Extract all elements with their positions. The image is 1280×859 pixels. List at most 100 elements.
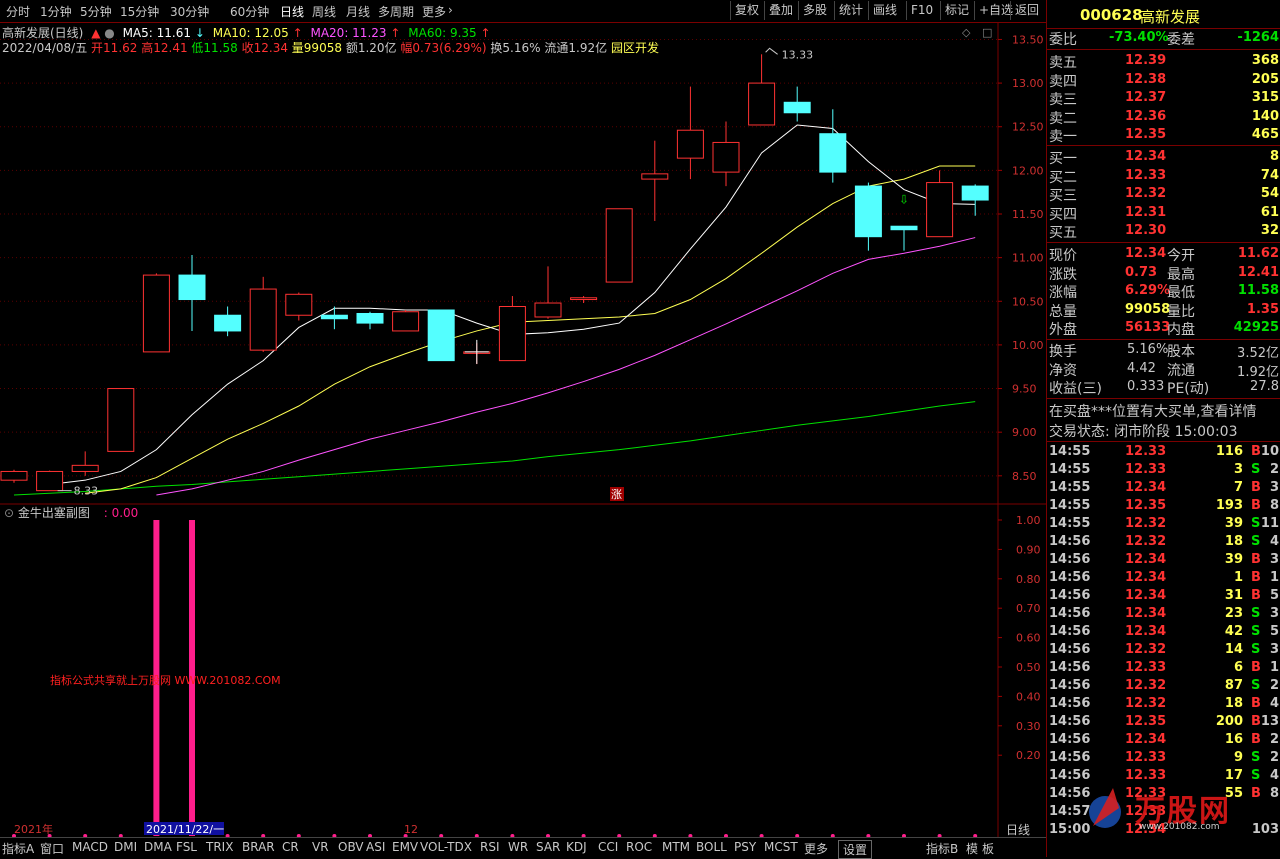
bid-row[interactable]: 买一 12.34 8 bbox=[1047, 148, 1280, 167]
bigorder-notice[interactable]: 在买盘***位置有大买单,查看详情 bbox=[1047, 401, 1280, 420]
bid-row[interactable]: 买五 12.30 32 bbox=[1047, 222, 1280, 241]
ask-row[interactable]: 卖一 12.35 465 bbox=[1047, 126, 1280, 145]
toolbar-button-0[interactable]: 复权 bbox=[730, 1, 763, 20]
ask-row[interactable]: 卖四 12.38 205 bbox=[1047, 71, 1280, 90]
indicator-tab-9[interactable]: VR bbox=[312, 840, 329, 854]
toolbar-button-4[interactable]: 画线 bbox=[868, 1, 901, 20]
indicator-tab-0[interactable]: 指标A bbox=[2, 840, 34, 857]
collapse-icon[interactable]: ⊙ bbox=[4, 506, 14, 520]
tick-row: 14:55 12.32 39 S 11 bbox=[1047, 515, 1280, 533]
indicator-tab-19[interactable]: ROC bbox=[626, 840, 652, 854]
candle-body bbox=[320, 314, 348, 320]
sub-y-tick-label: 0.30 bbox=[1016, 720, 1041, 733]
period-tab-4[interactable]: 30分钟 bbox=[170, 3, 209, 20]
tick-row: 14:56 12.32 14 S 3 bbox=[1047, 641, 1280, 659]
toolbar-button-2[interactable]: 多股 bbox=[798, 1, 831, 20]
indicator-tab-25[interactable]: 设置 bbox=[838, 840, 873, 859]
period-tab-10[interactable]: 更多 bbox=[422, 3, 446, 20]
toolbar-button-6[interactable]: 标记 bbox=[940, 1, 973, 20]
indicator-tab-14[interactable]: RSI bbox=[480, 840, 500, 854]
period-tab-1[interactable]: 1分钟 bbox=[40, 3, 72, 20]
toolbar-button-3[interactable]: 统计 bbox=[834, 1, 867, 20]
indicator-tab-5[interactable]: FSL bbox=[176, 840, 197, 854]
quote-value: 99058 bbox=[1125, 301, 1171, 317]
tick-direction: B bbox=[1251, 570, 1261, 585]
down-arrow-marker: ⇩ bbox=[899, 193, 909, 207]
period-tab-5[interactable]: 60分钟 bbox=[230, 3, 269, 20]
quote-row: 总量 99058 量比 1.35 bbox=[1047, 301, 1280, 320]
period-tab-3[interactable]: 15分钟 bbox=[120, 3, 159, 20]
tick-count: 10 bbox=[1260, 444, 1279, 459]
bid-row[interactable]: 买二 12.33 74 bbox=[1047, 167, 1280, 186]
bid-row[interactable]: 买三 12.32 54 bbox=[1047, 185, 1280, 204]
indicator-tab-8[interactable]: CR bbox=[282, 840, 299, 854]
indicator-tab-3[interactable]: DMI bbox=[114, 840, 137, 854]
tick-price: 12.35 bbox=[1125, 714, 1167, 729]
tick-volume: 200 bbox=[1215, 714, 1243, 729]
tick-volume: 6 bbox=[1233, 660, 1243, 675]
ask-price: 12.36 bbox=[1125, 108, 1167, 124]
indicator-tab-27[interactable]: 模 bbox=[966, 840, 978, 857]
tick-price: 12.32 bbox=[1125, 516, 1167, 531]
y-tick-label: 10.50 bbox=[1012, 295, 1044, 308]
ask-row[interactable]: 卖五 12.39 368 bbox=[1047, 52, 1280, 71]
stock-code: 000628 bbox=[1080, 6, 1143, 24]
indicator-tab-22[interactable]: PSY bbox=[734, 840, 756, 854]
notice-text[interactable]: 在买盘***位置有大买单,查看详情 bbox=[1049, 401, 1256, 421]
toolbar-button-5[interactable]: F10 bbox=[906, 1, 937, 20]
indicator-tab-6[interactable]: TRIX bbox=[206, 840, 233, 854]
ask-price: 12.35 bbox=[1125, 127, 1167, 143]
stats-label: PE(动) bbox=[1167, 381, 1210, 398]
period-tab-7[interactable]: 周线 bbox=[312, 3, 336, 20]
bid-row[interactable]: 买四 12.31 61 bbox=[1047, 204, 1280, 223]
indicator-tab-4[interactable]: DMA bbox=[144, 840, 172, 854]
indicator-tab-15[interactable]: WR bbox=[508, 840, 528, 854]
period-tab-8[interactable]: 月线 bbox=[346, 3, 370, 20]
indicator-tab-21[interactable]: BOLL bbox=[696, 840, 727, 854]
tick-time: 14:56 bbox=[1049, 552, 1091, 567]
indicator-tab-28[interactable]: 板 bbox=[982, 840, 994, 857]
ask-price: 12.37 bbox=[1125, 90, 1167, 106]
indicator-tab-20[interactable]: MTM bbox=[662, 840, 690, 854]
toolbar-button-1[interactable]: 叠加 bbox=[764, 1, 797, 20]
tick-volume: 3 bbox=[1233, 462, 1243, 477]
chevron-right-icon[interactable]: › bbox=[448, 3, 453, 17]
candle-body bbox=[854, 185, 882, 238]
indicator-tab-18[interactable]: CCI bbox=[598, 840, 618, 854]
indicator-tab-7[interactable]: BRAR bbox=[242, 840, 275, 854]
period-tab-9[interactable]: 多周期 bbox=[378, 3, 414, 20]
indicator-tab-17[interactable]: KDJ bbox=[566, 840, 587, 854]
tick-direction: S bbox=[1251, 516, 1261, 531]
candle-body bbox=[748, 82, 776, 126]
bid-label: 买五 bbox=[1049, 225, 1077, 242]
toolbar-button-8[interactable]: 返回 bbox=[1010, 1, 1043, 20]
ask-row[interactable]: 卖三 12.37 315 bbox=[1047, 89, 1280, 108]
indicator-tab-1[interactable]: 窗口 bbox=[40, 840, 64, 857]
bid-label: 买二 bbox=[1049, 169, 1077, 186]
tick-direction: B bbox=[1251, 660, 1261, 675]
tick-time: 14:56 bbox=[1049, 750, 1091, 765]
indicator-tab-12[interactable]: EMV bbox=[392, 840, 418, 854]
candle-body bbox=[676, 129, 704, 159]
indicator-tab-23[interactable]: MCST bbox=[764, 840, 798, 854]
indicator-tab-24[interactable]: 更多 bbox=[804, 840, 828, 857]
candle-body bbox=[0, 470, 28, 481]
tick-row: 14:56 12.34 42 S 5 bbox=[1047, 623, 1280, 641]
ask-label: 卖四 bbox=[1049, 73, 1077, 90]
ask-row[interactable]: 卖二 12.36 140 bbox=[1047, 108, 1280, 127]
tick-time: 14:56 bbox=[1049, 606, 1091, 621]
tick-time: 14:56 bbox=[1049, 732, 1091, 747]
indicator-tab-2[interactable]: MACD bbox=[72, 840, 108, 854]
period-tab-6[interactable]: 日线 bbox=[280, 3, 304, 20]
period-tab-2[interactable]: 5分钟 bbox=[80, 3, 112, 20]
indicator-tab-10[interactable]: OBV bbox=[338, 840, 364, 854]
indicator-tab-13[interactable]: VOL-TDX bbox=[420, 840, 472, 854]
kline-chart[interactable]: 13.50 13.00 12.50 12.00 11.50 11.00 10.50 10.00… bbox=[0, 22, 1046, 837]
period-tab-0[interactable]: 分时 bbox=[6, 3, 30, 20]
stats-label: 收益(三) bbox=[1049, 381, 1102, 398]
quote-value: 1.35 bbox=[1246, 301, 1279, 317]
quote-value: 42925 bbox=[1233, 320, 1279, 336]
indicator-tab-11[interactable]: ASI bbox=[366, 840, 385, 854]
indicator-tab-16[interactable]: SAR bbox=[536, 840, 560, 854]
indicator-tab-26[interactable]: 指标B bbox=[926, 840, 958, 857]
